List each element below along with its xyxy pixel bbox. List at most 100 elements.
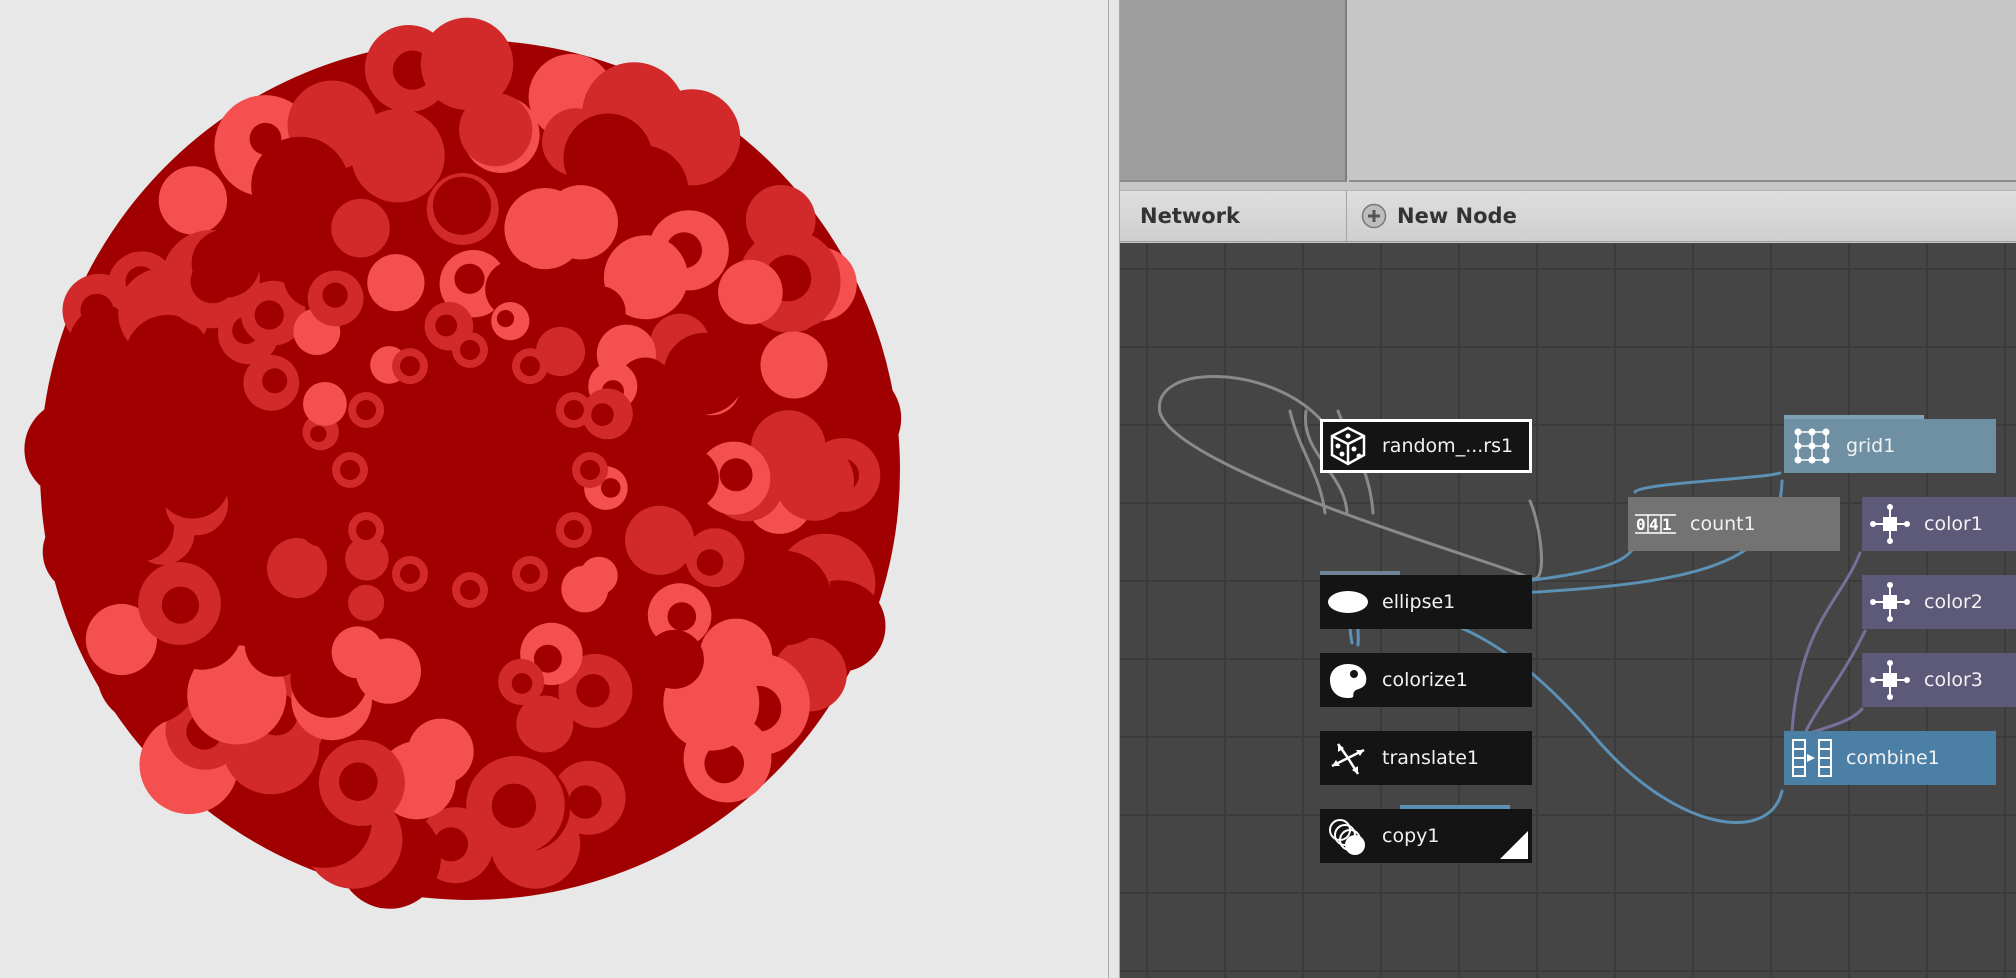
artwork-circle-hole [568,785,602,819]
artwork-circle [331,626,384,679]
node-label: grid1 [1846,435,1896,457]
artwork-circle-hole [310,425,327,443]
artwork-circle-hole [696,549,724,576]
artwork-circle-hole [667,602,697,631]
artwork-circle-hole [454,263,485,294]
artwork-circle-hole [511,673,533,694]
node-label: random_...rs1 [1382,435,1514,457]
artwork-circle-hole [496,310,515,328]
render-flag-icon [1500,831,1528,859]
artwork-inner-ring-hole [460,340,480,360]
artwork-circle [543,185,618,260]
properties-panel-left [1120,0,1347,182]
plus-circle-icon [1361,203,1387,229]
artwork-circle [303,382,347,426]
artwork-circle [583,607,628,651]
artwork-circle [493,594,533,635]
artwork-inner-ring-hole [520,563,540,584]
tab-network[interactable]: Network [1120,191,1347,241]
artwork-circle-hole [435,314,458,337]
artwork-circle [297,495,349,547]
artwork-circle-hole [576,674,610,708]
artwork-circle [348,584,385,621]
artwork-circle [626,404,677,455]
node-copy[interactable]: copy1 [1320,805,1532,863]
artwork-inner-ring-hole [400,356,420,377]
node-label: combine1 [1846,747,1940,769]
node-label: translate1 [1382,747,1479,769]
viewer-canvas[interactable] [0,0,1108,978]
circles-artwork [24,17,902,909]
node-color3[interactable]: color3 [1862,653,2016,707]
wire-random-to-count [1158,375,1543,581]
move-arrows-icon [1331,743,1365,775]
node-translate[interactable]: translate1 [1320,731,1532,785]
artwork-inner-ring-hole [340,460,360,480]
node-colorize[interactable]: colorize1 [1320,653,1532,707]
artwork-circle-hole [161,586,199,624]
artwork-circle-hole [124,514,155,545]
properties-panel-right [1349,0,2016,182]
counter-icon: 0 4 1 [1635,514,1676,534]
artwork-circle-hole [208,248,239,279]
artwork-circle-hole [829,400,874,445]
network-canvas[interactable]: random_...rs1 grid1 0 4 1 count1 color1 … [1120,243,2016,978]
network-tab-bar: Network New Node [1120,190,2016,242]
artwork-circle [63,415,135,487]
artwork-circle-hole [254,300,284,330]
artwork-circle [775,441,854,521]
artwork-circle-hole [674,460,703,489]
artwork-circle [760,331,828,399]
wire-count-to-grid [1633,471,1782,494]
node-combine[interactable]: combine1 [1784,731,1996,785]
pane-splitter[interactable] [1108,0,1120,978]
artwork-circle-hole [689,358,727,396]
artwork-circle-hole [322,282,348,308]
artwork-circle [417,665,466,715]
artwork-circle [367,254,425,312]
artwork-circle-hole [339,762,378,801]
node-ellipse[interactable]: ellipse1 [1320,571,1532,629]
artwork-circle [561,565,609,613]
artwork-circle [407,718,474,785]
wire-color1-to-combine [1790,551,1862,733]
list-combine-icon [1792,739,1832,777]
node-grid[interactable]: grid1 [1784,415,1996,473]
node-label: colorize1 [1382,669,1468,691]
node-count[interactable]: 0 4 1 count1 [1628,497,1840,551]
svg-text:4: 4 [1649,515,1659,534]
artwork-inner-ring-hole [580,460,600,480]
node-label: color2 [1924,591,1983,613]
artwork-inner-ring-hole [356,400,377,420]
node-color2[interactable]: color2 [1862,575,2016,629]
artwork-circle-hole [663,649,691,677]
artwork-circle [267,538,328,599]
artwork-circle [459,93,533,167]
node-color1[interactable]: color1 [1862,497,2016,551]
new-node-button[interactable]: New Node [1361,191,1517,241]
wire-ellipse-to-combine [1356,610,1784,824]
artwork-inner-ring-hole [460,580,480,600]
artwork-circle-hole [591,403,614,426]
node-random-numbers[interactable]: random_...rs1 [1320,419,1532,473]
svg-text:0: 0 [1636,515,1646,534]
node-label: color3 [1924,669,1983,691]
grid-icon [1794,428,1830,464]
artwork-circle [625,505,695,575]
artwork-circle-hole [264,479,287,501]
artwork-circle [155,444,230,519]
color-icon [1870,582,1910,622]
artwork-circle [331,198,390,258]
node-label: count1 [1690,513,1756,535]
artwork-circle [158,166,228,235]
artwork-inner-ring-hole [356,520,377,540]
artwork-center [380,380,560,560]
artwork-circle [718,259,783,325]
artwork-circle [156,365,245,453]
artwork-circle-hole [301,173,333,205]
artwork-circle [432,176,492,235]
artwork-circle [244,612,309,677]
color-icon [1870,504,1910,544]
artwork-circle-hole [491,783,537,828]
artwork-inner-ring-hole [520,356,540,377]
